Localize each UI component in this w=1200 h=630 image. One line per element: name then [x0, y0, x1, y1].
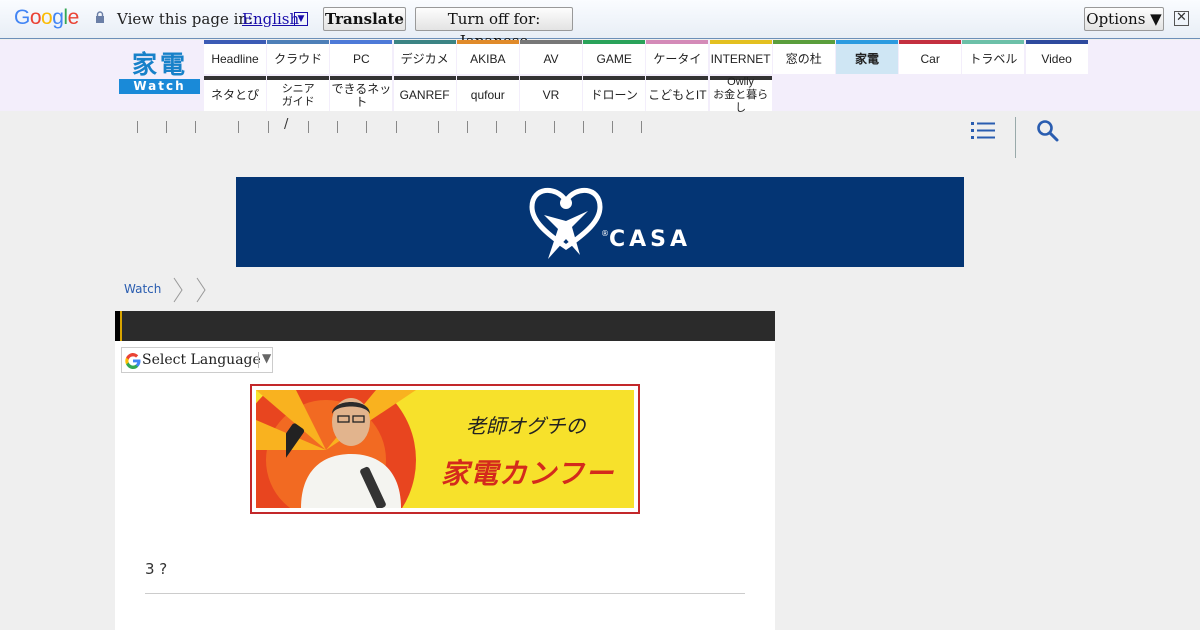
nav-item-row2[interactable]: GANREF — [393, 76, 456, 111]
search-icon[interactable] — [1036, 119, 1060, 143]
sub-nav-bar: / — [0, 111, 1200, 161]
google-logo-letter: g — [52, 6, 64, 29]
registered-mark: ® — [601, 229, 609, 238]
banner-title: 老師オグチの — [466, 414, 586, 438]
article-divider — [145, 593, 745, 594]
dropdown-divider — [258, 352, 259, 368]
sub-nav-separator — [467, 121, 468, 133]
banner-main-text: 家電カンフー — [441, 457, 615, 490]
google-logo-letter: e — [67, 6, 80, 29]
sub-nav-separator — [268, 121, 269, 133]
sub-nav-separator — [396, 121, 397, 133]
sub-nav-separator — [238, 121, 239, 133]
sub-nav-slash: / — [284, 117, 289, 132]
google-logo-letter: G — [14, 6, 30, 29]
nav-item-row2[interactable]: できるネット — [330, 76, 393, 111]
article-header-bar — [115, 311, 775, 341]
google-g-icon — [125, 353, 141, 369]
nav-item-row1[interactable]: INTERNET — [709, 40, 772, 74]
nav-item-row1[interactable]: 窓の杜 — [772, 40, 835, 74]
sub-nav-separator — [496, 121, 497, 133]
sub-nav-separator — [525, 121, 526, 133]
casa-logo-icon — [529, 188, 603, 259]
sub-nav-separator — [438, 121, 439, 133]
nav-item-row1[interactable]: ケータイ — [646, 40, 709, 74]
logo-watch: Watch — [119, 79, 200, 94]
google-logo-letter: o — [41, 6, 53, 29]
casa-brand-text: CASA — [609, 227, 692, 252]
sub-nav-separator — [166, 121, 167, 133]
sub-nav-separator — [641, 121, 642, 133]
sub-nav-separator — [137, 121, 138, 133]
nav-item-row2[interactable]: ドローン — [583, 76, 646, 111]
nav-item-row1[interactable]: Video — [1025, 40, 1088, 74]
google-logo: Google — [14, 6, 79, 30]
nav-item-row2[interactable]: qufour — [456, 76, 519, 111]
article-panel: Select Language ▼ 老師オグチの 家電カンフー 3 ? — [115, 311, 775, 630]
nav-item-row1[interactable]: 家電 — [836, 40, 898, 74]
nav-item-row1[interactable]: デジカメ — [393, 40, 456, 74]
sub-nav-separator — [308, 121, 309, 133]
kaden-kungfu-banner[interactable]: 老師オグチの 家電カンフー — [250, 384, 640, 514]
chevron-down-icon: ▼ — [262, 351, 272, 365]
hamburger-list-icon[interactable] — [971, 121, 995, 141]
nav-item-row2[interactable]: ネタとぴ — [204, 76, 266, 111]
casa-ad-banner[interactable]: ® CASA — [236, 177, 964, 267]
nav-item-row2[interactable]: こどもとIT — [646, 76, 709, 111]
sub-nav-separator — [554, 121, 555, 133]
language-dropdown-icon[interactable]: ▼ — [294, 12, 308, 26]
chevron-right-icon — [173, 277, 183, 303]
select-language-label: Select Language — [142, 352, 261, 368]
header-separator — [1015, 117, 1016, 158]
nav-item-row1[interactable]: PC — [330, 40, 393, 74]
sub-nav-separator — [583, 121, 584, 133]
google-logo-letter: o — [29, 6, 42, 29]
select-language-dropdown[interactable]: Select Language ▼ — [121, 347, 273, 373]
article-text: 3 ? — [145, 560, 168, 578]
nav-item-row1[interactable]: GAME — [583, 40, 646, 74]
breadcrumb-watch-link[interactable]: Watch — [124, 282, 161, 296]
banner-inner: 老師オグチの 家電カンフー — [256, 390, 634, 508]
nav-item-row2[interactable]: シニア ガイド — [267, 76, 330, 111]
options-button[interactable]: Options ▼ — [1084, 7, 1164, 31]
sub-nav-separator — [195, 121, 196, 133]
view-page-label: View this page in: — [117, 10, 254, 28]
sub-nav-separator — [337, 121, 338, 133]
nav-item-row1[interactable]: AKIBA — [456, 40, 519, 74]
nav-item-row1[interactable]: トラベル — [962, 40, 1025, 74]
chevron-right-icon — [196, 277, 206, 303]
site-header: 家電 Watch Headline クラウド PC デジカメ AKIBA AV GAME ケー… — [0, 40, 1200, 114]
nav-item-row2[interactable]: VR — [520, 76, 582, 111]
turn-off-button[interactable]: Turn off for: Japanese — [415, 7, 573, 50]
translate-button[interactable]: Translate — [323, 7, 406, 31]
sub-nav-separator — [366, 121, 367, 133]
nav-item-row1[interactable]: Headline — [204, 40, 266, 74]
language-link[interactable]: English — [242, 10, 299, 28]
logo-kanji: 家電 — [131, 50, 188, 79]
close-icon[interactable]: ✕ — [1174, 11, 1189, 26]
translate-bar: Google View this page in: English ▼ Tran… — [0, 0, 1200, 50]
nav-item-row2[interactable]: Owlly お金と暮らし — [709, 76, 772, 114]
nav-item-row1[interactable]: クラウド — [267, 40, 330, 74]
nav-item-row1[interactable]: Car — [899, 40, 962, 74]
lock-icon — [96, 11, 104, 23]
site-logo[interactable]: 家電 Watch — [118, 51, 200, 96]
sub-nav-separator — [612, 121, 613, 133]
nav-item-row1[interactable]: AV — [520, 40, 582, 74]
presenter-figure — [286, 398, 401, 508]
